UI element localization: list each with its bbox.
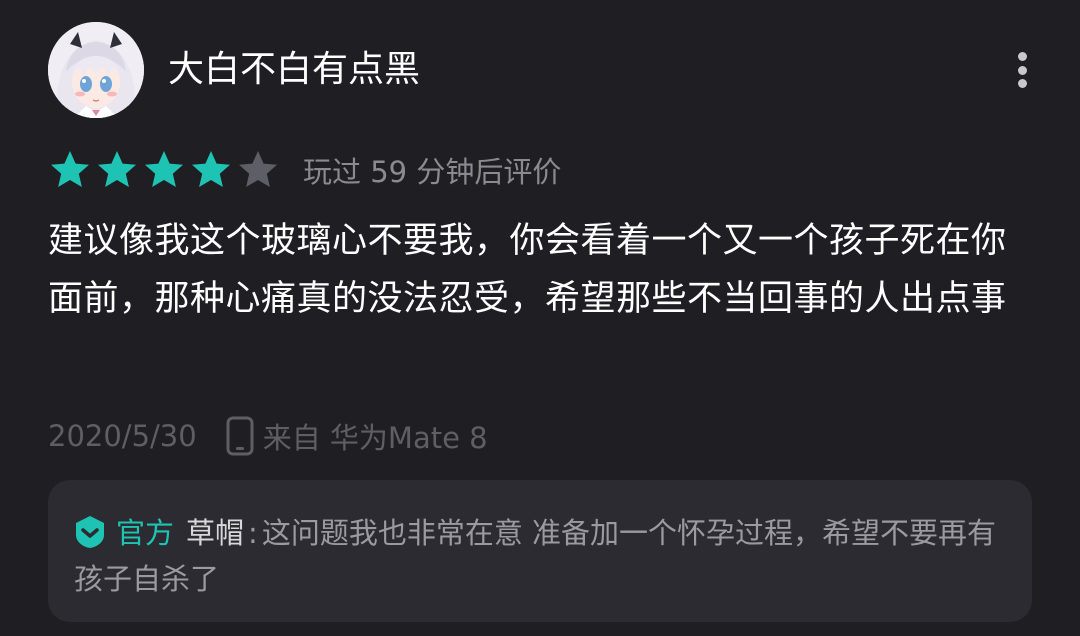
star-rating	[48, 148, 283, 192]
played-duration: 玩过 59 分钟后评价	[303, 155, 562, 189]
more-vertical-icon-dot	[1017, 79, 1027, 88]
star-filled-icon	[145, 151, 183, 187]
reply-separator: :	[248, 516, 258, 550]
more-vertical-icon-dot	[1017, 65, 1027, 75]
star-filled-icon	[51, 151, 89, 187]
star-filled-icon	[192, 151, 230, 187]
review-date: 2020/5/30	[48, 419, 197, 453]
rating-row: 玩过 59 分钟后评价	[48, 148, 561, 192]
phone-icon	[226, 416, 254, 456]
more-vertical-icon	[1017, 52, 1027, 61]
official-shield-icon	[76, 516, 104, 548]
review-card: 大白不白有点黑 玩过 59 分钟后评价 建议像我这个玻璃心不要我，你会看着一个又…	[0, 0, 1080, 636]
official-label: 官方	[116, 516, 175, 550]
review-body: 建议像我这个玻璃心不要我，你会看着一个又一个孩子死在你面前，那种心痛真的没法忍受…	[48, 221, 1007, 319]
avatar[interactable]	[48, 22, 144, 118]
official-reply[interactable]: 官方 草帽: 这问题我也非常在意 准备加一个怀孕过程，希望不要再有孩子自杀了	[48, 480, 1032, 622]
username[interactable]: 大白不白有点黑	[168, 48, 420, 92]
avatar-image	[48, 22, 144, 118]
reply-content: 官方 草帽: 这问题我也非常在意 准备加一个怀孕过程，希望不要再有孩子自杀了	[74, 510, 1006, 602]
more-options-button[interactable]	[1004, 46, 1040, 94]
device-source: 来自 华为Mate 8	[262, 421, 488, 455]
star-filled-icon	[98, 151, 136, 187]
star-empty-icon	[239, 151, 277, 187]
reply-author[interactable]: 草帽	[186, 516, 244, 550]
review-meta: 2020/5/30 来自 华为Mate 8	[48, 414, 488, 458]
